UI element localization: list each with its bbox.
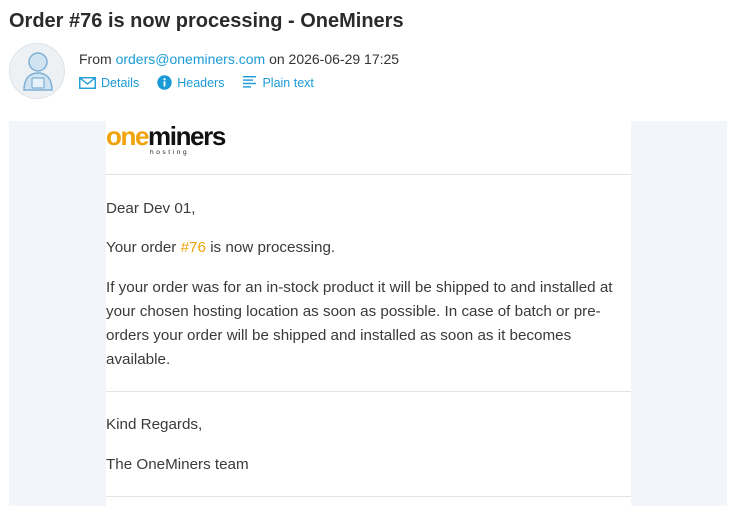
details-label: Details [101, 75, 140, 90]
mail-body: oneminers hosting Dear Dev 01, Your orde… [106, 121, 631, 506]
oneminers-logo: oneminers hosting [106, 121, 227, 156]
plain-text-button[interactable]: Plain text [242, 75, 314, 90]
date-prefix: on [269, 51, 285, 67]
headers-label: Headers [177, 75, 225, 90]
info-icon [157, 75, 172, 90]
details-button[interactable]: Details [79, 76, 139, 90]
plain-text-label: Plain text [262, 75, 314, 90]
divider [106, 496, 631, 497]
regards-line: Kind Regards, [106, 416, 203, 433]
order-prefix: Your order [106, 239, 177, 256]
order-status-line: Your order #76 is now processing. [106, 236, 631, 260]
logo-part-miners: miners [148, 121, 226, 151]
email-subject: Order #76 is now processing - OneMiners [9, 10, 404, 32]
logo-subtitle: hosting [150, 149, 189, 156]
envelope-icon [79, 76, 96, 89]
divider [106, 391, 631, 392]
svg-text:oneminers: oneminers [106, 121, 226, 151]
message-actions: Details Headers Plain text [79, 75, 332, 90]
greeting: Dear Dev 01, [106, 200, 196, 217]
divider [106, 174, 631, 175]
headers-button[interactable]: Headers [157, 75, 224, 90]
from-label: From [79, 51, 112, 67]
signature-line: The OneMiners team [106, 456, 249, 473]
logo-part-one: one [106, 121, 149, 151]
text-lines-icon [243, 76, 257, 88]
avatar [9, 43, 65, 99]
shipping-paragraph: If your order was for an in-stock produc… [106, 279, 613, 368]
order-number-link[interactable]: #76 [181, 239, 206, 256]
order-suffix: is now processing. [210, 239, 336, 256]
email-date: 2026-06-29 17:25 [288, 51, 400, 67]
sender-address-link[interactable]: orders@oneminers.com [116, 51, 266, 67]
person-icon [23, 52, 53, 91]
from-line: From orders@oneminers.com on 2026-06-29 … [79, 51, 399, 67]
